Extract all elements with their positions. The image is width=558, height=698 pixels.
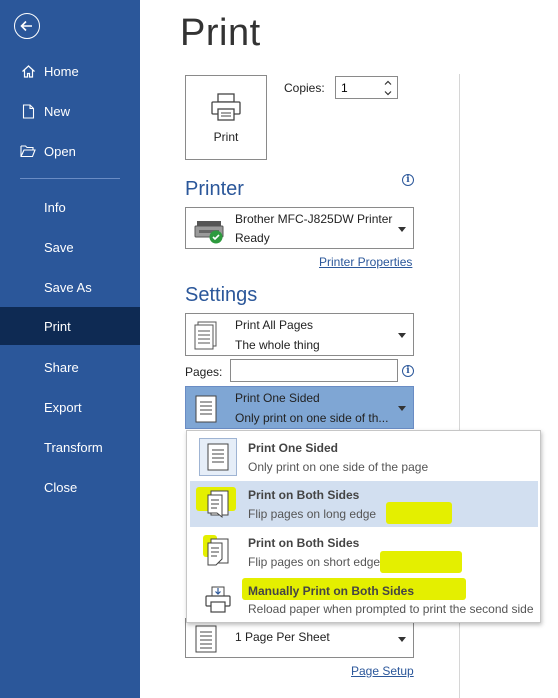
page-title: Print xyxy=(180,12,261,54)
chevron-down-icon xyxy=(398,406,406,411)
print-button[interactable]: Print xyxy=(185,75,267,160)
one-sided-icon xyxy=(199,438,237,476)
manual-duplex-icon xyxy=(199,581,237,619)
settings-heading: Settings xyxy=(185,284,258,306)
pages-per-sheet-dropdown[interactable]: 1 Page Per Sheet xyxy=(185,618,414,658)
option-both-sides-long-edge[interactable]: Print on Both Sides Flip pages on long e… xyxy=(190,481,538,527)
print-range-title: Print All Pages xyxy=(235,318,314,332)
option-title: Print on Both Sides xyxy=(248,536,360,550)
nav-open[interactable]: Open xyxy=(0,132,140,170)
nav-home[interactable]: Home xyxy=(0,52,140,90)
chevron-down-icon xyxy=(398,637,406,642)
pages-input[interactable] xyxy=(230,359,398,382)
option-one-sided[interactable]: Print One Sided Only print on one side o… xyxy=(190,434,538,480)
copies-spin-buttons[interactable] xyxy=(383,79,393,97)
all-pages-icon xyxy=(193,321,219,354)
nav-share[interactable]: Share xyxy=(0,348,140,386)
printer-info-icon[interactable]: i xyxy=(402,174,414,186)
spin-down-icon[interactable] xyxy=(383,90,393,97)
sides-desc: Only print on one side of th... xyxy=(235,411,389,425)
nav-new[interactable]: New xyxy=(0,92,140,130)
printer-dropdown[interactable]: Brother MFC-J825DW Printer Ready xyxy=(185,207,414,249)
highlight-mark xyxy=(386,502,452,524)
duplex-short-edge-icon xyxy=(199,533,237,571)
printer-name: Brother MFC-J825DW Printer xyxy=(235,212,393,226)
nav-open-label: Open xyxy=(44,143,76,159)
copies-stepper[interactable] xyxy=(335,76,398,99)
print-range-desc: The whole thing xyxy=(235,338,320,352)
option-desc: Flip pages on short edge xyxy=(248,555,381,569)
duplex-long-edge-icon xyxy=(199,485,237,523)
home-icon xyxy=(20,63,36,79)
nav-save[interactable]: Save xyxy=(0,228,140,266)
new-document-icon xyxy=(20,103,36,119)
pages-per-sheet-icon xyxy=(193,624,219,657)
printer-device-icon xyxy=(193,215,225,248)
option-desc: Flip pages on long edge xyxy=(248,507,377,521)
back-arrow-icon xyxy=(20,20,32,32)
nav-print-label: Print xyxy=(44,318,71,334)
nav-print[interactable]: Print xyxy=(0,307,140,345)
sides-title: Print One Sided xyxy=(235,391,320,405)
option-title: Print One Sided xyxy=(248,441,339,455)
nav-transform-label: Transform xyxy=(44,439,103,455)
pages-label: Pages: xyxy=(185,365,223,379)
nav-close-label: Close xyxy=(44,479,78,495)
sides-menu: Print One Sided Only print on one side o… xyxy=(186,430,541,623)
sides-dropdown[interactable]: Print One Sided Only print on one side o… xyxy=(185,386,414,429)
nav-transform[interactable]: Transform xyxy=(0,428,140,466)
chevron-down-icon xyxy=(398,227,406,232)
printer-icon xyxy=(211,92,241,121)
copies-label: Copies: xyxy=(284,81,325,95)
sidebar-divider xyxy=(20,178,120,179)
print-button-label: Print xyxy=(213,129,239,144)
nav-new-label: New xyxy=(44,103,71,119)
nav-save-as-label: Save As xyxy=(44,279,92,295)
option-both-sides-short-edge[interactable]: Print on Both Sides Flip pages on short … xyxy=(190,529,538,575)
option-title: Manually Print on Both Sides xyxy=(248,584,415,598)
backstage-sidebar: Home New Open Info Save Save As Print Sh… xyxy=(0,0,140,698)
chevron-down-icon xyxy=(398,333,406,338)
back-button[interactable] xyxy=(14,13,40,39)
spin-up-icon[interactable] xyxy=(383,79,393,86)
nav-info-label: Info xyxy=(44,199,66,215)
nav-save-as[interactable]: Save As xyxy=(0,268,140,306)
folder-open-icon xyxy=(20,143,36,159)
option-desc: Reload paper when prompted to print the … xyxy=(248,602,534,616)
nav-close[interactable]: Close xyxy=(0,468,140,506)
print-range-dropdown[interactable]: Print All Pages The whole thing xyxy=(185,313,414,356)
nav-share-label: Share xyxy=(44,359,79,375)
highlight-mark xyxy=(380,551,462,573)
printer-status: Ready xyxy=(235,231,270,245)
nav-home-label: Home xyxy=(44,63,79,79)
nav-info[interactable]: Info xyxy=(0,188,140,226)
option-desc: Only print on one side of the page xyxy=(248,460,429,474)
printer-heading: Printer xyxy=(185,178,244,200)
nav-export[interactable]: Export xyxy=(0,388,140,426)
nav-export-label: Export xyxy=(44,399,82,415)
option-manual-both-sides[interactable]: Manually Print on Both Sides Reload pape… xyxy=(190,577,538,623)
page-setup-link[interactable]: Page Setup xyxy=(351,664,414,678)
pages-per-sheet-title: 1 Page Per Sheet xyxy=(235,630,330,644)
option-title: Print on Both Sides xyxy=(248,488,360,502)
pages-info-icon[interactable]: i xyxy=(402,365,414,377)
one-sided-icon xyxy=(193,394,219,427)
printer-properties-link[interactable]: Printer Properties xyxy=(319,255,412,269)
copies-input[interactable] xyxy=(336,77,380,98)
nav-save-label: Save xyxy=(44,239,74,255)
